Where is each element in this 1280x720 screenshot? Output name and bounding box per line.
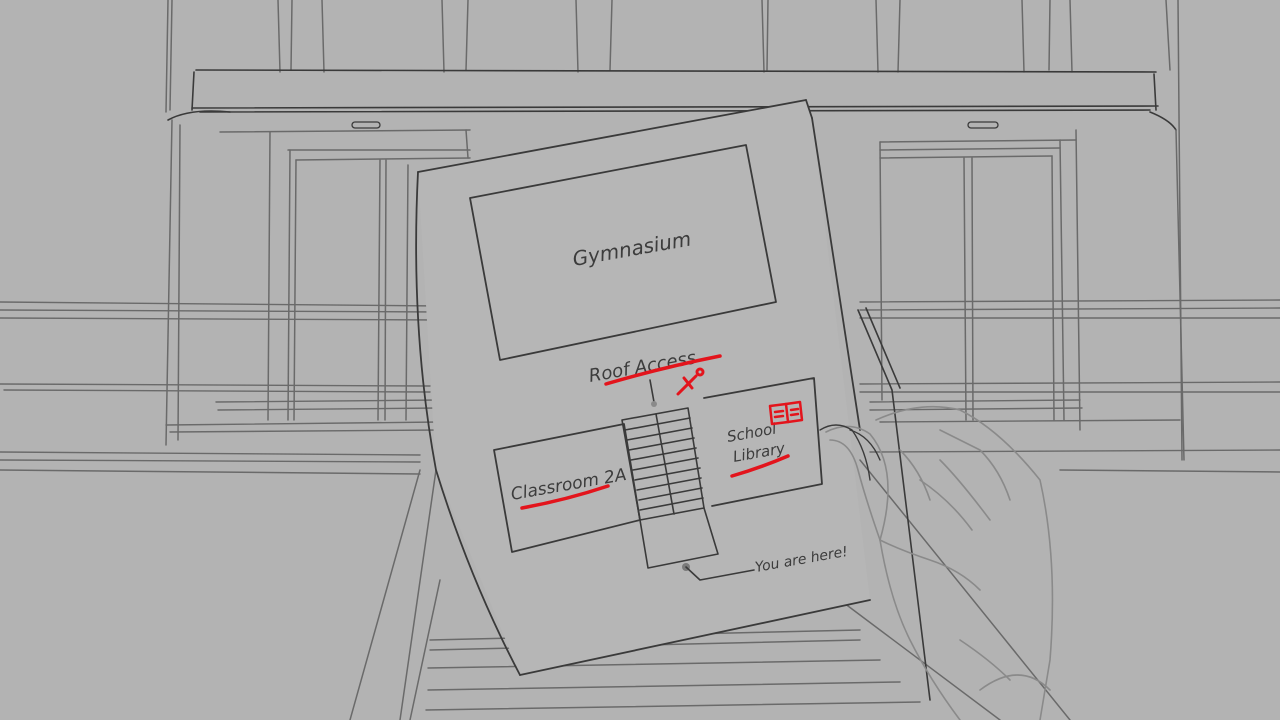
hand-sketch bbox=[819, 405, 1054, 720]
storyboard-scene: Gymnasium Roof Access Classroom 2A Schoo… bbox=[0, 0, 1280, 720]
